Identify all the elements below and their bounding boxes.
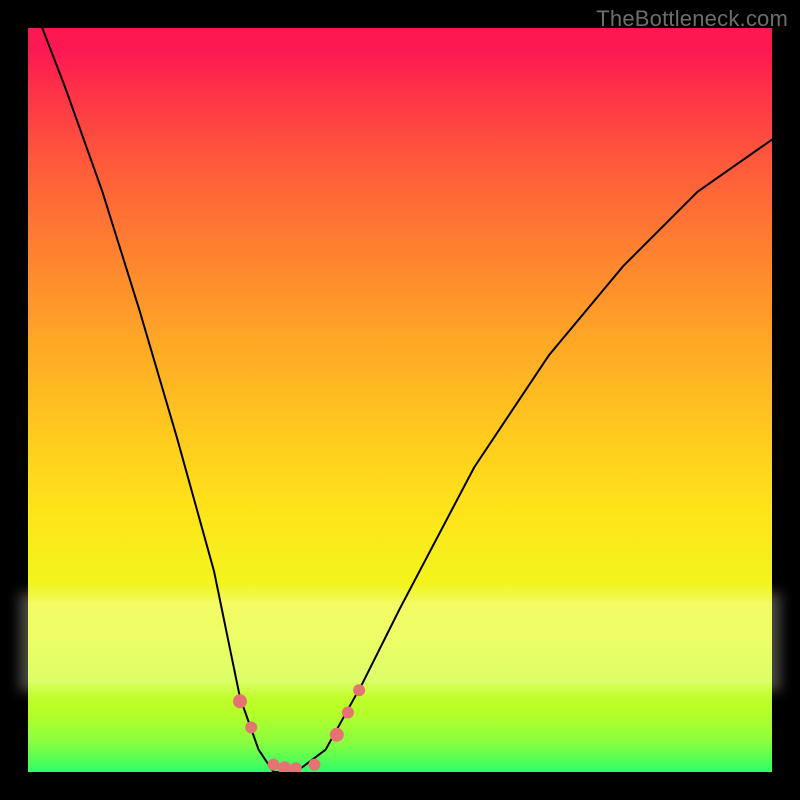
- watermark-text: TheBottleneck.com: [596, 6, 788, 32]
- highlight-marker: [342, 707, 354, 719]
- curve-path: [28, 28, 772, 772]
- curve-layer: [28, 28, 772, 772]
- curve-path-group: [28, 28, 772, 772]
- highlight-marker: [330, 728, 344, 742]
- plot-area: [28, 28, 772, 772]
- highlight-marker: [308, 759, 320, 771]
- marker-group: [233, 684, 365, 772]
- highlight-marker: [233, 694, 247, 708]
- highlight-marker: [268, 759, 280, 771]
- highlight-marker: [245, 721, 257, 733]
- highlight-marker: [278, 761, 292, 772]
- chart-frame: TheBottleneck.com: [0, 0, 800, 800]
- highlight-marker: [353, 684, 365, 696]
- highlight-marker: [290, 762, 302, 772]
